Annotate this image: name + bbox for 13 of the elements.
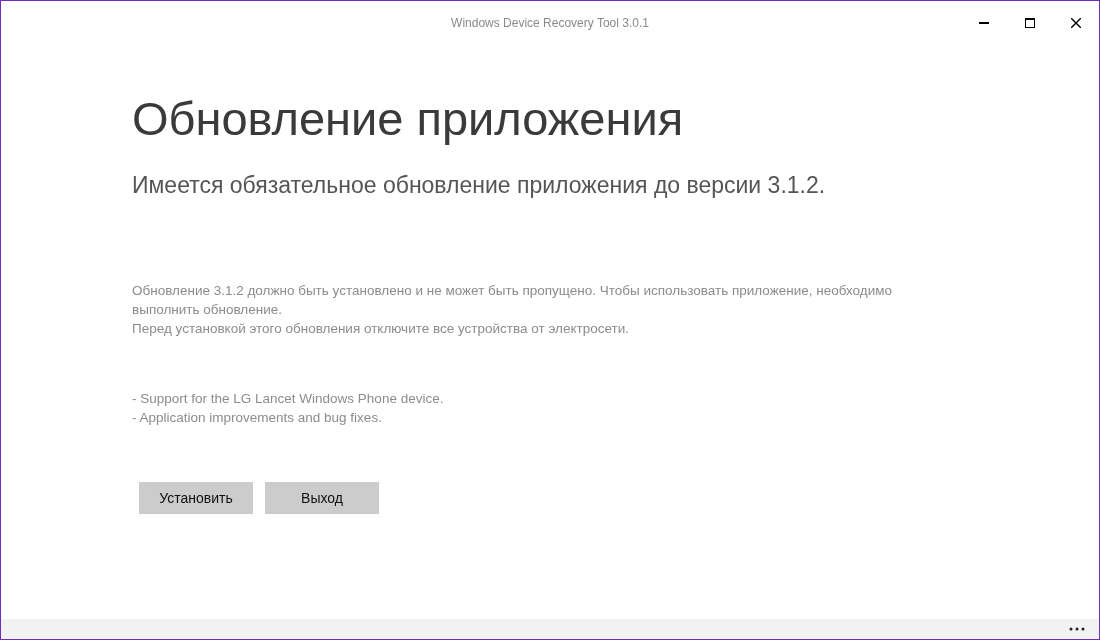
- minimize-icon: [979, 22, 989, 24]
- action-button[interactable]: Выход: [265, 482, 379, 514]
- maximize-icon: [1025, 18, 1035, 28]
- action-button[interactable]: Установить: [139, 482, 253, 514]
- more-icon[interactable]: [1069, 627, 1085, 631]
- page-subtitle: Имеется обязательное обновление приложения до версии 3.1.2.: [132, 171, 827, 200]
- window-title: Windows Device Recovery Tool 3.0.1: [451, 15, 649, 32]
- change-note: - Application improvements and bug fixes.: [132, 409, 383, 427]
- change-note: - Support for the LG Lancet Windows Phone device.: [132, 390, 445, 408]
- description-text: Перед установкой этого обновления отключите все устройства от электросети.: [132, 320, 630, 338]
- close-icon: [1071, 18, 1081, 28]
- description-text: Обновление 3.1.2 должно быть установлено и не может быть пропущено. Чтобы использовать приложение, необходимо выполнить обновление.: [132, 282, 894, 319]
- page-heading: Обновление приложения: [132, 91, 685, 147]
